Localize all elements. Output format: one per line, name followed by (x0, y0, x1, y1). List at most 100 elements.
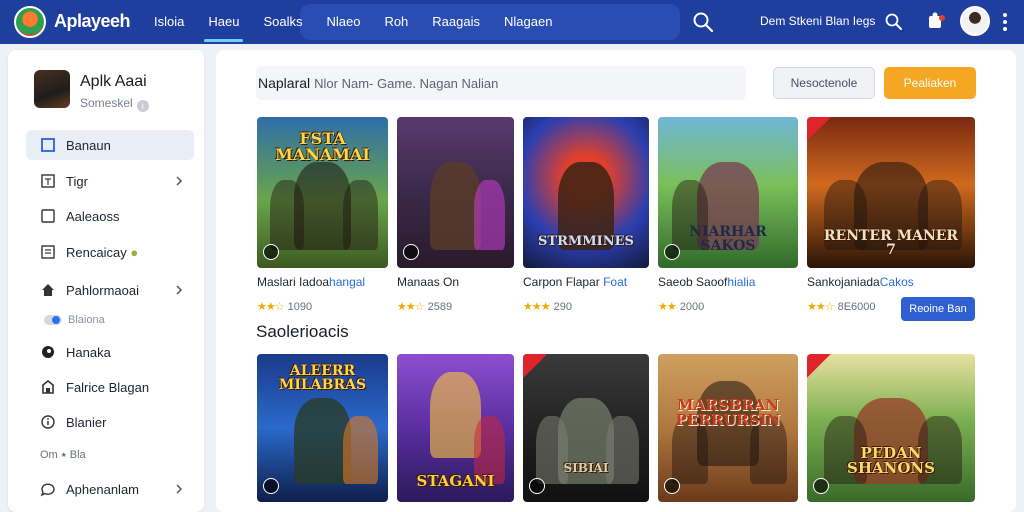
secondary-button[interactable]: Nesoctenole (773, 67, 875, 99)
sidebar-item-label: Blanier (66, 414, 107, 430)
game-art-title: NIARHAR SAKOS (689, 224, 767, 254)
sidebar-item-4[interactable]: Rencaicay ● (26, 237, 194, 267)
sidebar-item-label: Banaun (66, 137, 111, 153)
game-thumbnail: STRMMINES (523, 117, 649, 268)
chat-icon (40, 483, 55, 497)
game-art-title: STRMMINES (538, 234, 634, 249)
nav-item-4[interactable]: Nlaeo (314, 0, 372, 44)
play-icon (664, 244, 680, 260)
sidebar-toggle-row[interactable]: Blaiona (44, 314, 105, 326)
nav-item-5[interactable]: Roh (372, 0, 420, 44)
chevron-right-icon (176, 285, 183, 295)
game-title[interactable]: Manaas On (397, 275, 459, 289)
game-card[interactable]: STRMMINES (523, 117, 649, 268)
sidebar-item-1[interactable]: Banaun (26, 130, 194, 160)
profile-name: Aplk Aaai (80, 73, 147, 90)
circle-icon (42, 346, 54, 358)
sidebar: Aplk Aaai Someskel i Banaun Tigr Aaleaoss… (8, 50, 204, 512)
edit-box-icon (41, 174, 55, 188)
section-title: Saolerioacis (256, 322, 349, 341)
play-icon (529, 478, 545, 494)
toggle-label: Blaiona (68, 314, 105, 326)
app-logo-icon[interactable] (14, 6, 46, 38)
sidebar-item-11[interactable]: Aphenanlam (26, 474, 194, 504)
sidebar-item-label: Aphenanlam (66, 481, 139, 497)
profile-avatar[interactable] (34, 70, 70, 108)
nav-item-6[interactable]: Raagais (420, 0, 492, 44)
game-rating: ★★☆ 8E6000 (807, 301, 876, 313)
game-card[interactable]: RENTER MANER 7 (807, 117, 975, 268)
nav-item-2[interactable]: Haeu (196, 0, 251, 44)
game-title[interactable]: Carpon Flapar Foat (523, 275, 627, 289)
game-card[interactable]: FSTA MANAMAI (257, 117, 388, 268)
game-title[interactable]: Maslari Iadoahangal (257, 275, 365, 289)
game-thumbnail: NIARHAR SAKOS (658, 117, 798, 268)
game-card[interactable]: STAGANI (397, 354, 514, 502)
main-content: Naplaral Nlor Nam- Game. Nagan Nalian Ne… (216, 50, 1016, 512)
game-title[interactable]: Saeob Saoofhialia (658, 275, 755, 289)
chevron-right-icon (176, 484, 183, 494)
chevron-right-icon (176, 176, 183, 186)
play-icon (263, 478, 279, 494)
ribbon-badge (807, 117, 831, 141)
nav-item-1[interactable]: Isloia (142, 0, 196, 44)
sidebar-item-2[interactable]: Tigr (26, 166, 194, 196)
search-icon[interactable] (692, 11, 714, 33)
more-icon[interactable] (1002, 12, 1008, 32)
ribbon-badge (807, 354, 831, 378)
game-art-title: RENTER MANER 7 (823, 228, 959, 258)
status-badge: ● (130, 244, 139, 260)
view-more-button[interactable]: Reoine Ban (901, 297, 975, 321)
search-icon[interactable] (884, 12, 904, 32)
square-icon (41, 209, 55, 223)
play-icon (813, 478, 829, 494)
sidebar-item-9[interactable]: Blanier (26, 407, 194, 437)
game-card[interactable]: PEDAN SHANONS (807, 354, 975, 502)
search-input[interactable]: Naplaral Nlor Nam- Game. Nagan Nalian (256, 66, 746, 100)
toggle-switch[interactable] (44, 315, 62, 325)
game-thumbnail: MARSBRAN PERRURSIN (658, 354, 798, 502)
house-icon (42, 379, 54, 394)
game-card[interactable]: ALEERR MILABRAS (257, 354, 388, 502)
search-placeholder: Nlor Nam- Game. Nagan Nalian (314, 75, 499, 91)
primary-button[interactable]: Pealiaken (884, 67, 976, 99)
nav-item-7[interactable]: Nlagaen (492, 0, 564, 44)
puzzle-icon[interactable] (926, 10, 948, 32)
sidebar-item-7[interactable]: Hanaka (26, 337, 194, 367)
top-right-text[interactable]: Dem Stkeni Blan Iegs (760, 14, 875, 28)
sidebar-item-label: Aaleaoss (66, 208, 120, 224)
home-icon (42, 284, 54, 296)
sidebar-item-8[interactable]: Falrice Blagan (26, 372, 194, 402)
play-icon (403, 244, 419, 260)
sidebar-item-label: Falrice Blagan (66, 379, 150, 395)
game-art-title: PEDAN SHANONS (847, 444, 935, 477)
game-title[interactable]: SankojaniadaCakos (807, 275, 914, 289)
top-bar: Aplayeeh Isloia Haeu Soalks Nlaeo Roh Ra… (0, 0, 1024, 44)
game-art-title: SIBIAI (563, 461, 609, 475)
game-thumbnail (397, 117, 514, 268)
game-card[interactable]: NIARHAR SAKOS (658, 117, 798, 268)
game-thumbnail: STAGANI (397, 354, 514, 502)
game-thumbnail: RENTER MANER 7 (807, 117, 975, 268)
info-icon: i (136, 100, 149, 112)
sidebar-item-3[interactable]: Aaleaoss (26, 201, 194, 231)
game-thumbnail: ALEERR MILABRAS (257, 354, 388, 502)
game-card[interactable] (397, 117, 514, 268)
ribbon-badge (523, 354, 547, 378)
sidebar-item-5[interactable]: Pahlormaoai (26, 275, 194, 305)
game-art-title: ALEERR MILABRAS (278, 363, 367, 393)
sidebar-item-label: Tigr (66, 173, 88, 189)
sidebar-item-label: Rencaicay ● (66, 244, 139, 260)
game-rating: ★★ 2000 (658, 301, 705, 313)
game-thumbnail: SIBIAI (523, 354, 649, 502)
game-card[interactable]: MARSBRAN PERRURSIN (658, 354, 798, 502)
user-avatar[interactable] (960, 6, 990, 36)
sidebar-item-label: Hanaka (66, 344, 111, 360)
game-card[interactable]: SIBIAI (523, 354, 649, 502)
game-art-title: MARSBRAN PERRURSIN (675, 396, 781, 429)
sidebar-item-label: Pahlormaoai (66, 282, 139, 298)
sidebar-small-link[interactable]: Om ⭑ Bla (40, 449, 86, 462)
nav-item-3[interactable]: Soalks (251, 0, 314, 44)
app-logo-text[interactable]: Aplayeeh (54, 11, 131, 32)
play-icon (263, 244, 279, 260)
